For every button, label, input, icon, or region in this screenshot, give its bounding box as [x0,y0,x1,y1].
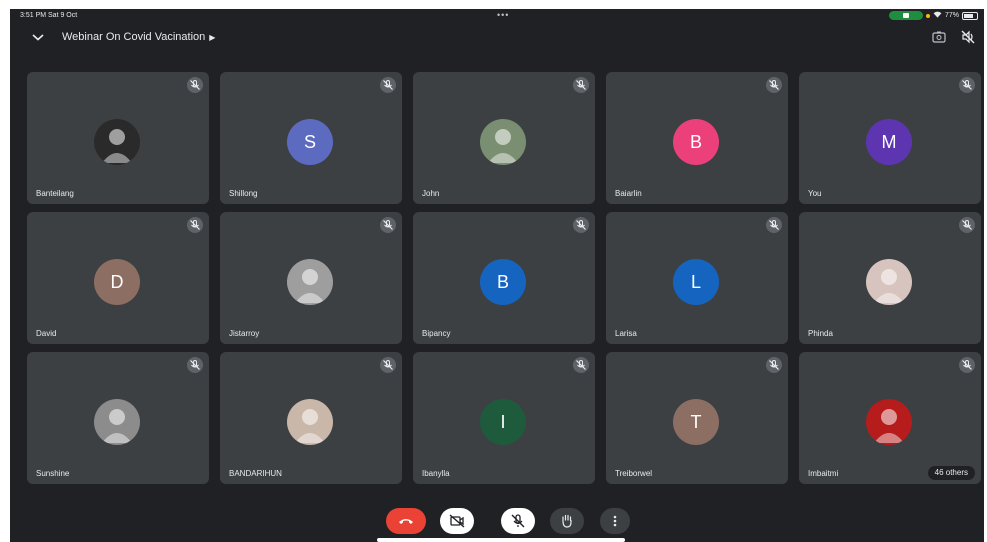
avatar-photo [287,399,333,445]
avatar-initial: T [673,399,719,445]
participant-tile[interactable]: S Shillong [220,72,402,204]
more-options-button[interactable] [600,508,630,534]
muted-mic-icon [187,357,203,373]
avatar-letter: S [303,131,316,152]
status-bar: 3:51 PM Sat 9 Oct ••• 77% [10,9,984,23]
avatar-initial: L [673,259,719,305]
avatar-initial: B [480,259,526,305]
status-time-date: 3:51 PM Sat 9 Oct [20,12,78,19]
camera-in-use-icon [888,11,923,20]
avatar-letter: I [500,411,506,432]
others-count-badge[interactable]: 46 others [927,466,975,480]
end-call-icon [399,519,413,524]
muted-mic-icon [187,77,203,93]
participant-tile[interactable]: T Treiborwel [606,352,788,484]
participant-name: Imbaitmi [808,469,839,478]
raise-hand-icon [562,514,572,528]
participant-tile[interactable]: L Larisa [606,212,788,344]
avatar-letter: D [110,271,124,292]
muted-mic-icon [959,357,975,373]
participant-tile[interactable]: B Bipancy [413,212,595,344]
participant-name: John [422,189,440,198]
muted-mic-icon [766,77,782,93]
avatar-letter: B [496,271,509,292]
call-controls [386,508,630,538]
raise-hand-button[interactable] [550,508,584,534]
participant-name: Jistarroy [229,329,260,338]
participant-tile[interactable]: D David [27,212,209,344]
avatar-initial: D [94,259,140,305]
participant-tile[interactable]: B Baiarlin [606,72,788,204]
participant-name: Treiborwel [615,469,653,478]
participant-tile[interactable]: John [413,72,595,204]
avatar-letter: T [690,411,702,432]
mic-indicator-icon [925,13,930,18]
avatar-initial: I [480,399,526,445]
participant-tile[interactable]: I Ibanylla [413,352,595,484]
muted-mic-icon [573,217,589,233]
participant-name: Banteilang [36,189,74,198]
avatar-initial: S [287,119,333,165]
participant-name: Shillong [229,189,258,198]
avatar-photo [94,119,140,165]
mic-toggle-button[interactable] [501,508,535,534]
muted-mic-icon [380,357,396,373]
title-arrow-icon: ▶ [209,33,216,42]
muted-mic-icon [573,77,589,93]
multitask-dots[interactable]: ••• [497,10,509,20]
muted-mic-icon [380,77,396,93]
meeting-title-text: Webinar On Covid Vacination [62,31,206,43]
avatar-initial: M [866,119,912,165]
participant-tile[interactable]: BANDARIHUN [220,352,402,484]
avatar-photo [866,399,912,445]
avatar-letter: M [881,131,897,152]
participant-name: Bipancy [422,329,451,338]
participant-name: Phinda [808,329,833,338]
participant-name: Baiarlin [615,189,642,198]
home-indicator[interactable] [377,538,625,542]
camera-off-icon [449,514,465,528]
top-bar: Webinar On Covid Vacination ▶ [10,23,984,53]
meet-screen: 3:51 PM Sat 9 Oct ••• 77% Webinar On Cov… [10,9,984,542]
muted-mic-icon [380,217,396,233]
end-call-button[interactable] [386,508,426,534]
collapse-chevron-icon[interactable] [30,29,46,45]
muted-mic-icon [573,357,589,373]
switch-camera-icon[interactable] [931,29,947,45]
participant-tile[interactable]: Banteilang [27,72,209,204]
muted-mic-icon [959,77,975,93]
battery-icon [962,11,978,20]
avatar-letter: L [690,271,701,292]
wifi-icon [933,11,942,20]
audio-off-icon[interactable] [960,29,976,45]
participant-tile[interactable]: Phinda [799,212,981,344]
meeting-title[interactable]: Webinar On Covid Vacination ▶ [62,31,215,43]
status-right: 77% [888,11,978,20]
participant-name: Sunshine [36,469,70,478]
avatar-photo [480,119,526,165]
avatar-photo [94,399,140,445]
camera-toggle-button[interactable] [440,508,474,534]
more-options-icon [613,515,617,527]
participant-name: Ibanylla [422,469,450,478]
avatar-letter: B [689,131,702,152]
participant-tile[interactable]: Jistarroy [220,212,402,344]
participant-tile[interactable]: Sunshine [27,352,209,484]
muted-mic-icon [766,217,782,233]
avatar-initial: B [673,119,719,165]
muted-mic-icon [959,217,975,233]
avatar-photo [287,259,333,305]
mic-off-icon [511,514,525,528]
battery-percent: 77% [944,12,959,19]
participant-tile[interactable]: Imbaitmi 46 others [799,352,981,484]
participant-name: Larisa [615,329,637,338]
avatar-photo [866,259,912,305]
participant-name: BANDARIHUN [229,469,282,478]
participant-tile[interactable]: M You [799,72,981,204]
participant-name: David [36,329,57,338]
muted-mic-icon [187,217,203,233]
participant-name: You [808,189,822,198]
muted-mic-icon [766,357,782,373]
